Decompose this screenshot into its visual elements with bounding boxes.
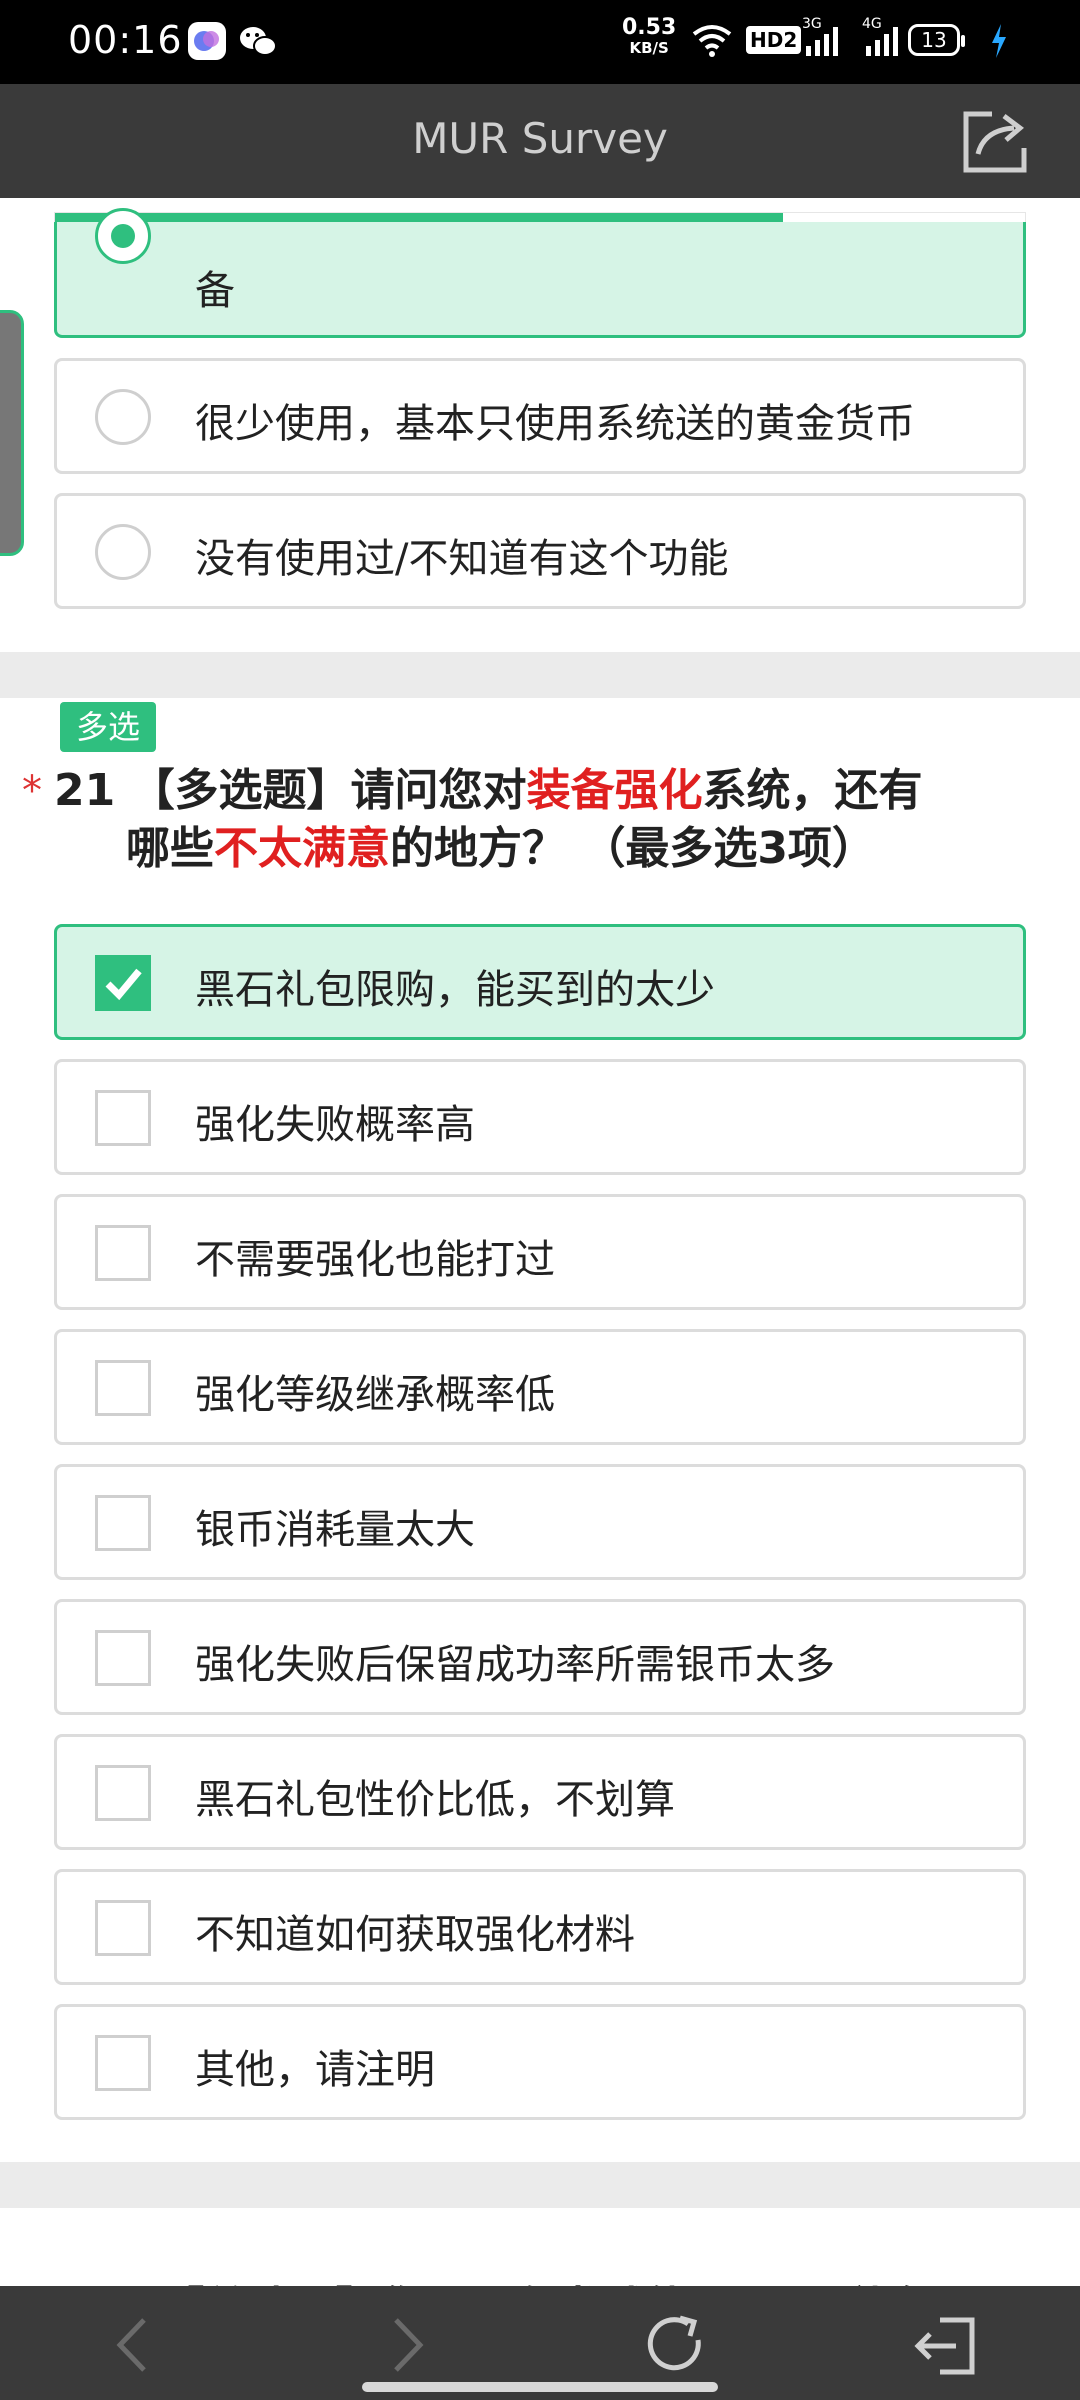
checkbox-option[interactable]: 黑石礼包限购，能买到的太少 xyxy=(54,924,1026,1040)
reload-button[interactable] xyxy=(640,2310,710,2380)
option-label: 没有使用过/不知道有这个功能 xyxy=(195,536,729,582)
checkbox[interactable] xyxy=(95,1900,151,1956)
hd-icon: HD2 xyxy=(746,26,802,54)
section-divider xyxy=(0,2162,1080,2208)
checkbox-option[interactable]: 银币消耗量太大 xyxy=(54,1464,1026,1580)
option-label: 其他，请注明 xyxy=(195,2047,435,2093)
option-label: 很少使用，基本只使用系统送的黄金货币 xyxy=(195,401,915,447)
app-header: MUR Survey xyxy=(0,84,1080,198)
radio-button[interactable] xyxy=(95,208,151,264)
exit-button[interactable] xyxy=(910,2310,980,2380)
status-time: 00:16 xyxy=(68,18,183,62)
checkbox-option[interactable]: 其他，请注明 xyxy=(54,2004,1026,2120)
checkbox-option[interactable]: 黑石礼包性价比低，不划算 xyxy=(54,1734,1026,1850)
wifi-icon xyxy=(690,22,734,62)
radio-button[interactable] xyxy=(95,524,151,580)
option-label: 备 xyxy=(195,268,235,314)
title-highlight: 装备强化 xyxy=(526,765,703,816)
home-indicator[interactable] xyxy=(362,2382,718,2392)
radio-option[interactable]: 备 xyxy=(54,208,1026,338)
checkbox[interactable] xyxy=(95,955,151,1011)
back-button[interactable] xyxy=(100,2310,170,2380)
checkbox[interactable] xyxy=(95,1225,151,1281)
option-label: 黑石礼包限购，能买到的太少 xyxy=(195,967,715,1013)
checkbox-option[interactable]: 强化失败概率高 xyxy=(54,1059,1026,1175)
radio-option[interactable]: 没有使用过/不知道有这个功能 xyxy=(54,493,1026,609)
title-highlight: 不太满意 xyxy=(214,823,390,874)
chevron-right-icon xyxy=(394,2318,424,2372)
option-label: 不知道如何获取强化材料 xyxy=(195,1912,635,1958)
checkbox[interactable] xyxy=(95,1360,151,1416)
radio-button[interactable] xyxy=(95,389,151,445)
checkbox-option[interactable]: 强化等级继承概率低 xyxy=(54,1329,1026,1445)
required-mark: * xyxy=(22,768,42,814)
option-label: 强化失败概率高 xyxy=(195,1102,475,1148)
battery-icon: 13 xyxy=(908,24,965,56)
signal-3g-icon: 3G xyxy=(802,16,846,62)
checkbox-option[interactable]: 强化失败后保留成功率所需银币太多 xyxy=(54,1599,1026,1715)
option-label: 不需要强化也能打过 xyxy=(195,1237,555,1283)
checkbox-option[interactable]: 不需要强化也能打过 xyxy=(54,1194,1026,1310)
wechat-icon xyxy=(238,22,277,60)
status-bar: 00:16 0.53 KB/S HD2 3G 4G 13 xyxy=(0,0,1080,84)
checkbox[interactable] xyxy=(95,1495,151,1551)
option-label: 黑石礼包性价比低，不划算 xyxy=(195,1777,675,1823)
checkbox[interactable] xyxy=(95,1630,151,1686)
share-button[interactable] xyxy=(962,108,1028,174)
question-number: 21 xyxy=(54,765,116,816)
forward-button[interactable] xyxy=(370,2310,440,2380)
checkbox[interactable] xyxy=(95,1090,151,1146)
checkmark-icon xyxy=(105,968,142,1001)
exit-icon xyxy=(914,2317,975,2375)
page-title: MUR Survey xyxy=(412,114,668,163)
share-icon xyxy=(963,111,1027,173)
option-label: 强化等级继承概率低 xyxy=(195,1372,555,1418)
question-type-badge: 多选 xyxy=(60,702,156,752)
refresh-icon xyxy=(647,2315,701,2371)
checkbox-option[interactable]: 不知道如何获取强化材料 xyxy=(54,1869,1026,1985)
checkbox[interactable] xyxy=(95,2035,151,2091)
app-notification-icon xyxy=(188,22,226,60)
chevron-left-icon xyxy=(116,2318,146,2372)
section-divider xyxy=(0,652,1080,698)
charging-icon xyxy=(990,24,1008,62)
option-label: 银币消耗量太大 xyxy=(195,1507,475,1553)
option-label: 强化失败后保留成功率所需银币太多 xyxy=(195,1642,835,1688)
network-speed: 0.53 KB/S xyxy=(622,15,677,58)
checkbox[interactable] xyxy=(95,1765,151,1821)
radio-option[interactable]: 很少使用，基本只使用系统送的黄金货币 xyxy=(54,358,1026,474)
signal-4g-icon: 4G xyxy=(862,16,906,62)
side-drawer-handle[interactable] xyxy=(0,310,24,556)
